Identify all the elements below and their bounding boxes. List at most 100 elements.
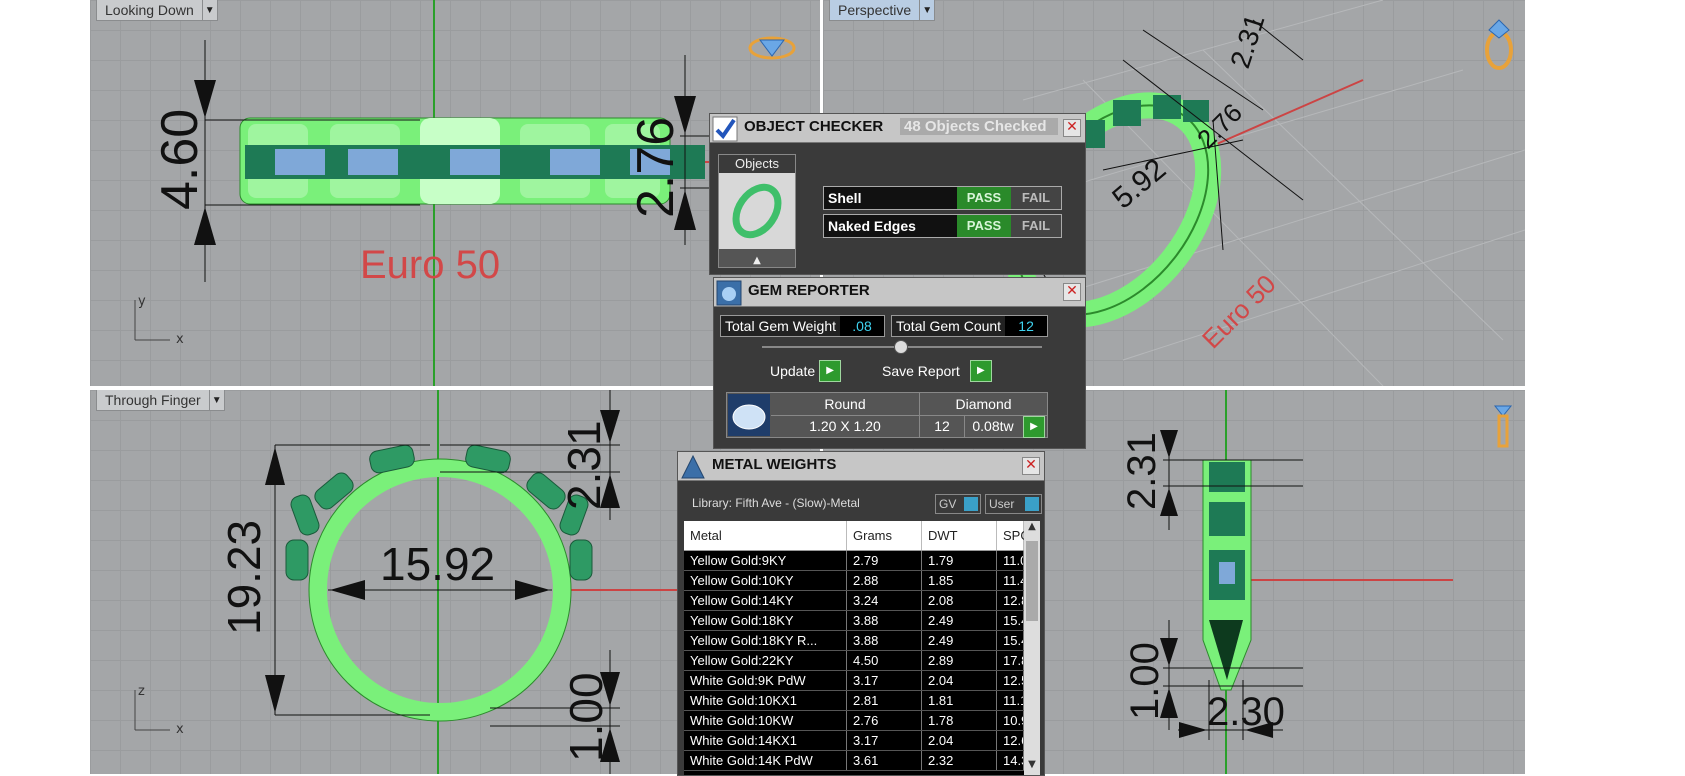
table-cell: 11.18 [996,690,1024,711]
user-toggle[interactable]: User [985,494,1042,514]
table-row[interactable]: Yellow Gold:9KY2.791.7911.08 [684,550,1024,571]
table-cell: 1.85 [921,570,997,591]
table-cell: Yellow Gold:18KY [684,610,847,631]
metal-weights-table: Metal Grams DWT SPG Yellow Gold:9KY 2.79 1… [684,521,1030,771]
dim-1-00: 1.00 [560,672,612,762]
table-cell: 2.49 [921,610,997,631]
close-icon[interactable]: ✕ [1063,283,1081,301]
table-cell: 4.50 [846,650,922,671]
table-cell: White Gold:9K PdW [684,670,847,691]
save-report-button[interactable]: Save Report ▶ [882,360,992,382]
side-dim-2-31: 2.31 [1120,432,1164,510]
scroll-thumb[interactable] [1026,541,1038,621]
library-label: Library: Fifth Ave - (Slow)-Metal [692,496,860,510]
column-header-grams[interactable]: Grams [846,521,922,551]
table-cell: 3.17 [846,670,922,691]
table-cell: 2.32 [921,750,997,771]
ring-thumbnail-icon [719,173,795,249]
play-icon[interactable]: ▶ [1023,416,1045,438]
viewport-label-looking-down[interactable]: Looking Down ▼ [96,0,218,21]
metal-weights-table-wrap: Metal Grams DWT SPG Yellow Gold:9KY 2.79 1… [684,521,1040,775]
svg-text:z: z [138,684,145,699]
gem-report-icon [716,280,742,306]
metal-weights-panel: METAL WEIGHTS ✕ Library: Fifth Ave - (Sl… [677,451,1045,776]
side-dim-2-30: 2.30 [1207,690,1285,734]
scroll-down-icon[interactable]: ▼ [1024,759,1040,775]
ring-size-label: Euro 50 [360,243,500,287]
check-row-naked-edges: Naked Edges PASS FAIL [823,214,1062,238]
table-row[interactable]: White Gold:10KW2.761.7810.99 [684,710,1024,731]
table-row[interactable]: Yellow Gold:18KY3.882.4915.41 [684,610,1024,631]
close-icon[interactable]: ✕ [1022,457,1040,475]
vertical-scrollbar[interactable]: ▲ ▼ [1024,521,1040,775]
table-cell: Yellow Gold:10KY [684,570,847,591]
svg-text:x: x [176,722,184,737]
ring-icon [1485,19,1513,70]
table-cell: Yellow Gold:14KY [684,590,847,611]
chevron-down-icon[interactable]: ▼ [208,390,224,410]
scroll-up-icon[interactable]: ▲ [1024,521,1040,537]
table-row[interactable]: Yellow Gold:14KY3.242.0812.88 [684,590,1024,611]
table-row[interactable]: White Gold:14K PdW3.612.3214.37 [684,750,1024,771]
dim-19-23: 19.23 [218,520,270,635]
table-row[interactable]: White Gold:9K PdW3.172.0412.59 [684,670,1024,691]
gem-entry[interactable]: Round Diamond 1.20 X 1.20 12 0.08tw ▶ [726,392,1048,438]
table-cell: 1.79 [921,550,997,571]
column-header-dwt[interactable]: DWT [921,521,997,551]
table-row[interactable]: Yellow Gold:10KY2.881.8511.45 [684,570,1024,591]
viewport-label-through-finger[interactable]: Through Finger ▼ [96,390,225,411]
play-icon: ▶ [819,360,842,382]
table-cell: 2.76 [846,710,922,731]
object-checker-title: OBJECT CHECKER [744,118,884,135]
column-header-metal[interactable]: Metal [684,521,847,551]
table-row[interactable]: Yellow Gold:18KY R...3.882.4915.41 [684,630,1024,651]
dim-15-92: 15.92 [380,538,495,590]
objects-checked-count: 48 Objects Checked [900,118,1058,135]
naked-edges-fail: FAIL [1011,215,1061,237]
gem-reporter-titlebar[interactable]: GEM REPORTER ✕ [714,278,1085,307]
gem-slider[interactable] [762,340,1042,354]
table-cell: Yellow Gold:18KY R... [684,630,847,651]
table-row[interactable]: Yellow Gold:22KY4.502.8917.89 [684,650,1024,671]
viewport-label-perspective[interactable]: Perspective ▼ [829,0,936,21]
update-button[interactable]: Update ▶ [770,360,842,382]
object-checker-titlebar[interactable]: OBJECT CHECKER 48 Objects Checked ✕ [710,114,1085,143]
table-cell: White Gold:14KX1 [684,730,847,751]
table-cell: 1.81 [921,690,997,711]
table-cell: 2.88 [846,570,922,591]
chevron-down-icon[interactable]: ▼ [919,0,934,20]
dim-2-76: 2.76 [627,117,685,218]
table-cell: 3.61 [846,750,922,771]
table-cell: White Gold:10KX1 [684,690,847,711]
svg-text:y: y [138,294,146,309]
table-cell: 2.04 [921,670,997,691]
checkmark-icon [712,116,738,142]
table-cell: White Gold:10KW [684,710,847,731]
slider-handle[interactable] [894,340,908,354]
table-row[interactable]: White Gold:14KX13.172.0412.61 [684,730,1024,751]
gv-toggle[interactable]: GV [935,494,981,514]
table-cell: 10.99 [996,710,1024,731]
metal-weights-titlebar[interactable]: METAL WEIGHTS ✕ [678,452,1044,481]
dim-2-31: 2.31 [558,420,610,510]
persp-size-label: Euro 50 [1196,269,1282,355]
total-gem-count: Total Gem Count 12 [891,315,1049,337]
table-cell: 3.17 [846,730,922,751]
naked-edges-pass: PASS [957,215,1011,237]
objects-preview[interactable]: Objects ▲ [718,154,796,268]
objects-label: Objects [719,155,795,173]
ring-side-icon [1493,405,1513,448]
column-header-spg[interactable]: SPG [996,521,1030,551]
table-cell: 2.04 [921,730,997,751]
play-icon: ▶ [969,360,992,382]
check-row-shell: Shell PASS FAIL [823,186,1062,210]
close-icon[interactable]: ✕ [1063,119,1081,137]
table-cell: 2.79 [846,550,922,571]
table-row[interactable]: White Gold:10KX12.811.8111.18 [684,690,1024,711]
table-cell: 2.49 [921,630,997,651]
persp-dim-2-31: 2.31 [1224,10,1270,71]
chevron-down-icon[interactable]: ▼ [201,0,217,20]
table-cell: Yellow Gold:22KY [684,650,847,671]
table-cell: 3.24 [846,590,922,611]
chevron-up-icon[interactable]: ▲ [719,253,795,269]
